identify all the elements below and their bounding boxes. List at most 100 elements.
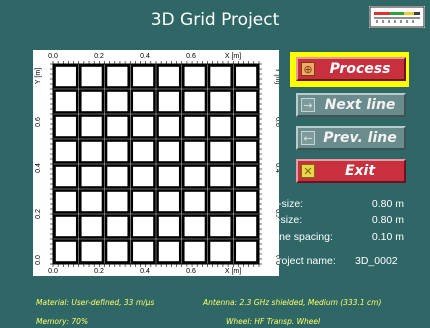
grid-cell[interactable] xyxy=(130,114,156,139)
grid-cell[interactable] xyxy=(181,89,208,114)
grid-cell[interactable] xyxy=(104,114,131,139)
x-tick-label: 0.0 xyxy=(48,53,58,60)
grid-cell[interactable] xyxy=(233,214,259,239)
grid-cell[interactable] xyxy=(130,139,156,164)
grid-cell[interactable] xyxy=(104,164,131,189)
next-line-button[interactable]: → Next line xyxy=(296,93,406,117)
x-axis-unit: X [m] xyxy=(225,268,241,275)
grid-cell[interactable] xyxy=(207,64,234,89)
line-spacing-label: Line spacing: xyxy=(271,231,333,243)
grid-cell[interactable] xyxy=(130,89,156,114)
prev-line-button[interactable]: ← Prev. line xyxy=(296,126,406,150)
grid-cell[interactable] xyxy=(233,64,259,89)
grid-cell[interactable] xyxy=(53,214,79,239)
grid-cell[interactable] xyxy=(130,64,156,89)
grid-cell[interactable] xyxy=(181,239,208,264)
grid-cell[interactable] xyxy=(78,214,105,239)
grid-cell[interactable] xyxy=(53,114,79,139)
x-axis-bottom-labels: 0.0 0.2 0.4 0.6 X [m] xyxy=(48,268,241,275)
grid-cell[interactable] xyxy=(130,239,156,264)
grid-cell[interactable] xyxy=(156,189,182,214)
grid-cell[interactable] xyxy=(104,89,131,114)
grid-cell[interactable] xyxy=(207,189,234,214)
grid-cell[interactable] xyxy=(104,214,131,239)
y-axis-left-labels: 0.0 0.2 0.4 0.6 Y [m] xyxy=(35,68,42,265)
grid-cell[interactable] xyxy=(78,239,105,264)
grid-cell[interactable] xyxy=(53,89,79,114)
grid-cell[interactable] xyxy=(104,189,131,214)
material-status: Material: User-defined, 33 m/µs xyxy=(36,298,155,307)
grid-cell[interactable] xyxy=(233,139,259,164)
x-tick-label: 0.0 xyxy=(48,268,58,275)
wheel-status: Wheel: HF Transp. Wheel xyxy=(226,317,321,326)
grid-cell[interactable] xyxy=(130,164,156,189)
grid-cell[interactable] xyxy=(130,214,156,239)
grid-cell[interactable] xyxy=(181,139,208,164)
x-size-value: 0.80 m xyxy=(371,198,404,210)
y-tick-label: 0.6 xyxy=(35,117,42,127)
exit-button[interactable]: ✕ Exit xyxy=(296,159,406,183)
x-tick-label: 0.4 xyxy=(140,53,150,60)
grid-cell[interactable] xyxy=(207,164,234,189)
grid-cell[interactable] xyxy=(53,64,79,89)
grid-cell[interactable] xyxy=(78,64,105,89)
grid-cell[interactable] xyxy=(181,164,208,189)
grid-cell[interactable] xyxy=(78,164,105,189)
grid-cell[interactable] xyxy=(156,164,182,189)
grid-cell[interactable] xyxy=(53,239,79,264)
x-tick-label: 0.6 xyxy=(186,268,196,275)
arrow-right-icon: → xyxy=(301,98,315,112)
project-name-value: 3D_0002 xyxy=(355,255,398,267)
grid-cell[interactable] xyxy=(233,239,259,264)
grid-cell[interactable] xyxy=(78,189,105,214)
grid-cell[interactable] xyxy=(181,214,208,239)
grid-cell[interactable] xyxy=(104,64,131,89)
x-tick-label: 0.4 xyxy=(140,268,150,275)
grid-cell[interactable] xyxy=(130,189,156,214)
grid-cell[interactable] xyxy=(181,114,208,139)
grid-cell[interactable] xyxy=(104,239,131,264)
grid-cell[interactable] xyxy=(156,89,182,114)
y-axis-unit: Y [m] xyxy=(274,68,279,84)
prev-line-button-label: Prev. line xyxy=(323,130,397,146)
grid-cell[interactable] xyxy=(78,114,105,139)
grid-cell[interactable] xyxy=(156,114,182,139)
grid-cell[interactable] xyxy=(156,214,182,239)
y-tick-label: 0.2 xyxy=(35,209,42,219)
grid-cell[interactable] xyxy=(207,239,234,264)
grid-cell[interactable] xyxy=(78,139,105,164)
next-line-button-label: Next line xyxy=(324,97,396,113)
grid-cell[interactable] xyxy=(104,139,131,164)
grid-cells[interactable] xyxy=(53,64,259,264)
grid-cell[interactable] xyxy=(207,114,234,139)
grid-cell[interactable] xyxy=(53,189,79,214)
page-title: 3D Grid Project xyxy=(150,10,280,30)
antenna-status: Antenna: 2.3 GHz shielded, Medium (333.1… xyxy=(203,298,382,307)
grid-cell[interactable] xyxy=(207,89,234,114)
grid-cell[interactable] xyxy=(156,139,182,164)
grid-cell[interactable] xyxy=(207,214,234,239)
grid-cell[interactable] xyxy=(233,189,259,214)
x-tick-label: 0.2 xyxy=(94,53,104,60)
grid-cell[interactable] xyxy=(181,64,208,89)
process-button[interactable]: ⊕ Process xyxy=(296,57,406,81)
y-tick-label: 0.4 xyxy=(274,163,279,173)
grid-cell[interactable] xyxy=(156,239,182,264)
y-size-label: Y-size: xyxy=(271,214,303,226)
x-axis-top-labels: 0.0 0.2 0.4 0.6 X [m] xyxy=(48,53,241,60)
grid-cell[interactable] xyxy=(181,189,208,214)
x-tick-label: 0.2 xyxy=(94,268,104,275)
process-button-label: Process xyxy=(329,61,391,77)
y-tick-label: 0.6 xyxy=(274,117,279,127)
grid-cell[interactable] xyxy=(53,139,79,164)
grid-panel[interactable]: 0.0 0.2 0.4 0.6 X [m] 0.0 0.2 0.4 0.6 X … xyxy=(33,50,279,276)
grid-cell[interactable] xyxy=(156,64,182,89)
grid-cell[interactable] xyxy=(207,139,234,164)
grid-cell[interactable] xyxy=(233,89,259,114)
grid-cell[interactable] xyxy=(233,114,259,139)
y-axis-unit: Y [m] xyxy=(35,68,42,84)
x-tick-label: 0.6 xyxy=(186,53,196,60)
grid-cell[interactable] xyxy=(78,89,105,114)
grid-cell[interactable] xyxy=(233,164,259,189)
grid-cell[interactable] xyxy=(53,164,79,189)
